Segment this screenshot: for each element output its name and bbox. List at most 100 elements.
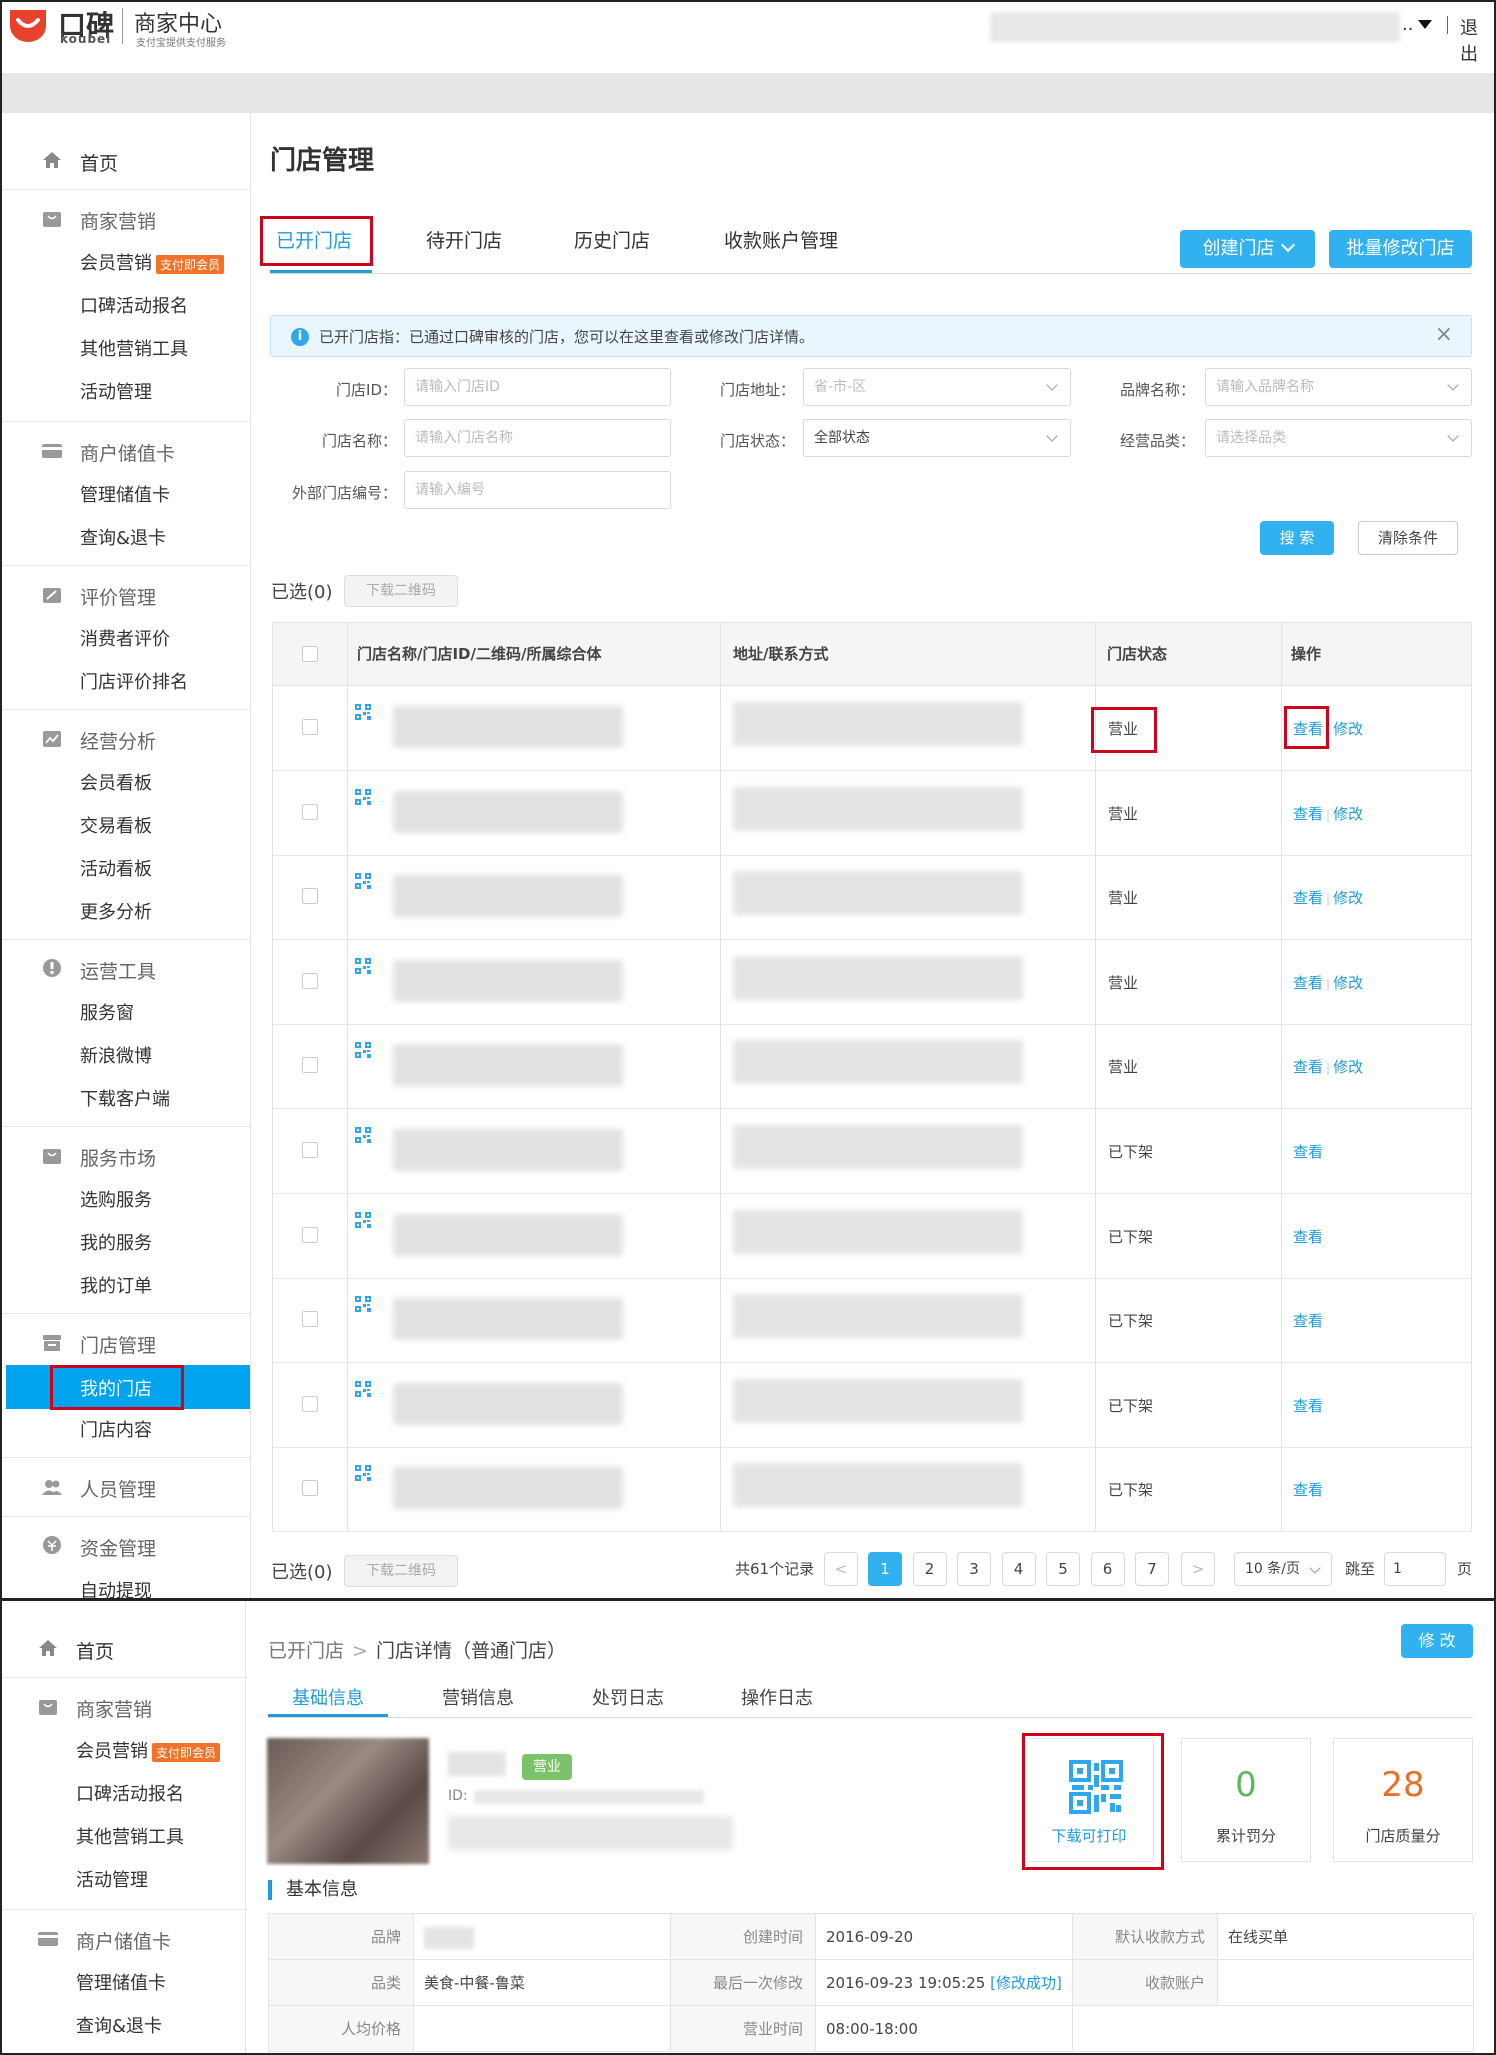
- prev-page-button[interactable]: <: [824, 1552, 858, 1586]
- sidebar-item-member-board[interactable]: 会员看板: [80, 769, 152, 795]
- batch-edit-button[interactable]: 批量修改门店: [1329, 230, 1472, 268]
- sidebar-item-buy-service[interactable]: 选购服务: [80, 1186, 152, 1212]
- qr-code-icon[interactable]: [355, 1296, 371, 1313]
- sidebar-item-service-window[interactable]: 服务窗: [80, 999, 134, 1025]
- sidebar-item-weibo[interactable]: 新浪微博: [80, 1042, 152, 1068]
- brand-input[interactable]: 请输入品牌名称: [1205, 368, 1472, 406]
- search-button[interactable]: 搜 索: [1260, 521, 1334, 555]
- view-link[interactable]: 查看: [1293, 1143, 1323, 1161]
- tab-pending[interactable]: 待开门店: [426, 226, 502, 253]
- qr-code-icon[interactable]: [355, 1127, 371, 1143]
- external-id-input[interactable]: 请输入编号: [404, 471, 671, 509]
- chevron-down-icon: [1046, 430, 1058, 442]
- sidebar-item-koubei-activity[interactable]: 口碑活动报名: [80, 292, 188, 318]
- qr-code-icon[interactable]: [355, 873, 371, 890]
- sidebar-item-auto-withdraw[interactable]: 自动提现: [80, 1577, 152, 1598]
- jump-page-input[interactable]: 1: [1384, 1552, 1446, 1586]
- view-link[interactable]: 查看: [1293, 1397, 1323, 1415]
- view-link[interactable]: 查看: [1293, 889, 1323, 907]
- tab-basic-info[interactable]: 基础信息: [292, 1684, 364, 1710]
- page-button[interactable]: 2: [912, 1552, 947, 1586]
- row-checkbox[interactable]: [302, 972, 318, 989]
- page-button[interactable]: 6: [1090, 1552, 1125, 1586]
- row-checkbox[interactable]: [302, 1395, 318, 1412]
- tab-payment-account[interactable]: 收款账户管理: [724, 226, 838, 253]
- view-link[interactable]: 查看: [1293, 1228, 1323, 1246]
- next-page-button[interactable]: >: [1181, 1552, 1215, 1586]
- row-checkbox[interactable]: [302, 719, 318, 735]
- sidebar-item-my-order[interactable]: 我的订单: [80, 1272, 152, 1298]
- qr-code-icon[interactable]: [355, 957, 371, 974]
- logout-link[interactable]: 退出: [1460, 14, 1494, 66]
- page-button[interactable]: 1: [868, 1552, 902, 1586]
- sidebar-item-my-service[interactable]: 我的服务: [80, 1229, 152, 1255]
- page-button[interactable]: 3: [957, 1552, 991, 1586]
- edit-store-button[interactable]: 修 改: [1401, 1624, 1473, 1658]
- download-qr-button-bottom[interactable]: 下载二维码: [344, 1555, 458, 1587]
- sidebar-item-member-marketing[interactable]: 会员营销 支付即会员: [76, 1737, 221, 1763]
- view-link[interactable]: 查看: [1293, 1481, 1323, 1499]
- store-name-input[interactable]: 请输入门店名称: [404, 419, 671, 457]
- qr-code-icon[interactable]: [355, 1465, 371, 1482]
- download-qr-button-top[interactable]: 下载二维码: [344, 575, 458, 607]
- tab-marketing-info[interactable]: 营销信息: [442, 1684, 514, 1710]
- breadcrumb-parent[interactable]: 已开门店: [268, 1640, 344, 1662]
- qr-code-icon[interactable]: [355, 1042, 371, 1059]
- edit-link[interactable]: 修改: [1333, 889, 1363, 907]
- sidebar-item-consumer-review[interactable]: 消费者评价: [80, 625, 170, 651]
- tab-history[interactable]: 历史门店: [574, 226, 650, 253]
- sidebar-item-download-client[interactable]: 下载客户端: [80, 1085, 170, 1111]
- status-select[interactable]: 全部状态: [803, 419, 1071, 457]
- clear-filter-button[interactable]: 清除条件: [1358, 521, 1458, 555]
- sidebar-item-manage-card[interactable]: 管理储值卡: [80, 481, 170, 507]
- view-link[interactable]: 查看: [1293, 1058, 1323, 1076]
- category-select[interactable]: 请选择品类: [1205, 419, 1472, 457]
- page-size-select[interactable]: 10 条/页: [1234, 1552, 1332, 1586]
- qr-code-icon[interactable]: [355, 1380, 371, 1397]
- edit-link[interactable]: 修改: [1333, 720, 1363, 738]
- page-button[interactable]: 7: [1135, 1552, 1169, 1586]
- create-store-button[interactable]: 创建门店: [1180, 230, 1315, 268]
- page-button[interactable]: 4: [1001, 1552, 1036, 1586]
- sidebar-item-other-tools[interactable]: 其他营销工具: [80, 335, 188, 361]
- view-link[interactable]: 查看: [1293, 974, 1323, 992]
- view-link[interactable]: 查看: [1293, 805, 1323, 823]
- sidebar-item-activity-manage[interactable]: 活动管理: [80, 378, 152, 404]
- view-link[interactable]: 查看: [1293, 1312, 1323, 1330]
- sidebar-item-koubei-activity[interactable]: 口碑活动报名: [76, 1780, 184, 1806]
- sidebar-item-activity-board[interactable]: 活动看板: [80, 855, 152, 881]
- sidebar-item-trade-board[interactable]: 交易看板: [80, 812, 152, 838]
- edit-link[interactable]: 修改: [1333, 974, 1363, 992]
- sidebar-item-other-tools[interactable]: 其他营销工具: [76, 1823, 184, 1849]
- store-table: 门店名称/门店ID/二维码/所属综合体 地址/联系方式 门店状态 操作 营业 查看…: [272, 622, 1472, 1533]
- select-all-checkbox[interactable]: [302, 646, 318, 662]
- account-caret-icon[interactable]: [1418, 20, 1432, 29]
- tab-penalty-log[interactable]: 处罚日志: [592, 1684, 664, 1710]
- qr-code-icon[interactable]: [355, 1211, 371, 1228]
- sidebar-item-query-refund[interactable]: 查询&退卡: [76, 2012, 162, 2038]
- store-name-blurred: [393, 1044, 623, 1087]
- page-button[interactable]: 5: [1046, 1552, 1080, 1586]
- sidebar-item-activity-manage[interactable]: 活动管理: [76, 1866, 148, 1892]
- row-checkbox[interactable]: [302, 1226, 318, 1243]
- row-checkbox[interactable]: [302, 888, 318, 905]
- tab-operation-log[interactable]: 操作日志: [741, 1684, 813, 1710]
- sidebar-item-manage-card[interactable]: 管理储值卡: [76, 1969, 166, 1995]
- row-checkbox[interactable]: [302, 1311, 318, 1328]
- row-checkbox[interactable]: [302, 1480, 318, 1497]
- edit-link[interactable]: 修改: [1333, 805, 1363, 823]
- sidebar-item-store-ranking[interactable]: 门店评价排名: [80, 668, 188, 694]
- edit-link[interactable]: 修改: [1333, 1058, 1363, 1076]
- store-id-input[interactable]: 请输入门店ID: [404, 368, 671, 406]
- qr-code-icon[interactable]: [355, 704, 371, 720]
- close-icon[interactable]: ×: [1435, 322, 1453, 347]
- row-checkbox[interactable]: [302, 1142, 318, 1158]
- qr-code-icon[interactable]: [355, 788, 371, 805]
- row-checkbox[interactable]: [302, 803, 318, 820]
- row-checkbox[interactable]: [302, 1057, 318, 1074]
- sidebar-item-query-refund[interactable]: 查询&退卡: [80, 524, 166, 550]
- address-select[interactable]: 省-市-区: [803, 368, 1071, 406]
- sidebar-item-store-content[interactable]: 门店内容: [80, 1416, 152, 1442]
- sidebar-item-member-marketing[interactable]: 会员营销 支付即会员: [80, 249, 225, 275]
- sidebar-item-more-analysis[interactable]: 更多分析: [80, 898, 152, 924]
